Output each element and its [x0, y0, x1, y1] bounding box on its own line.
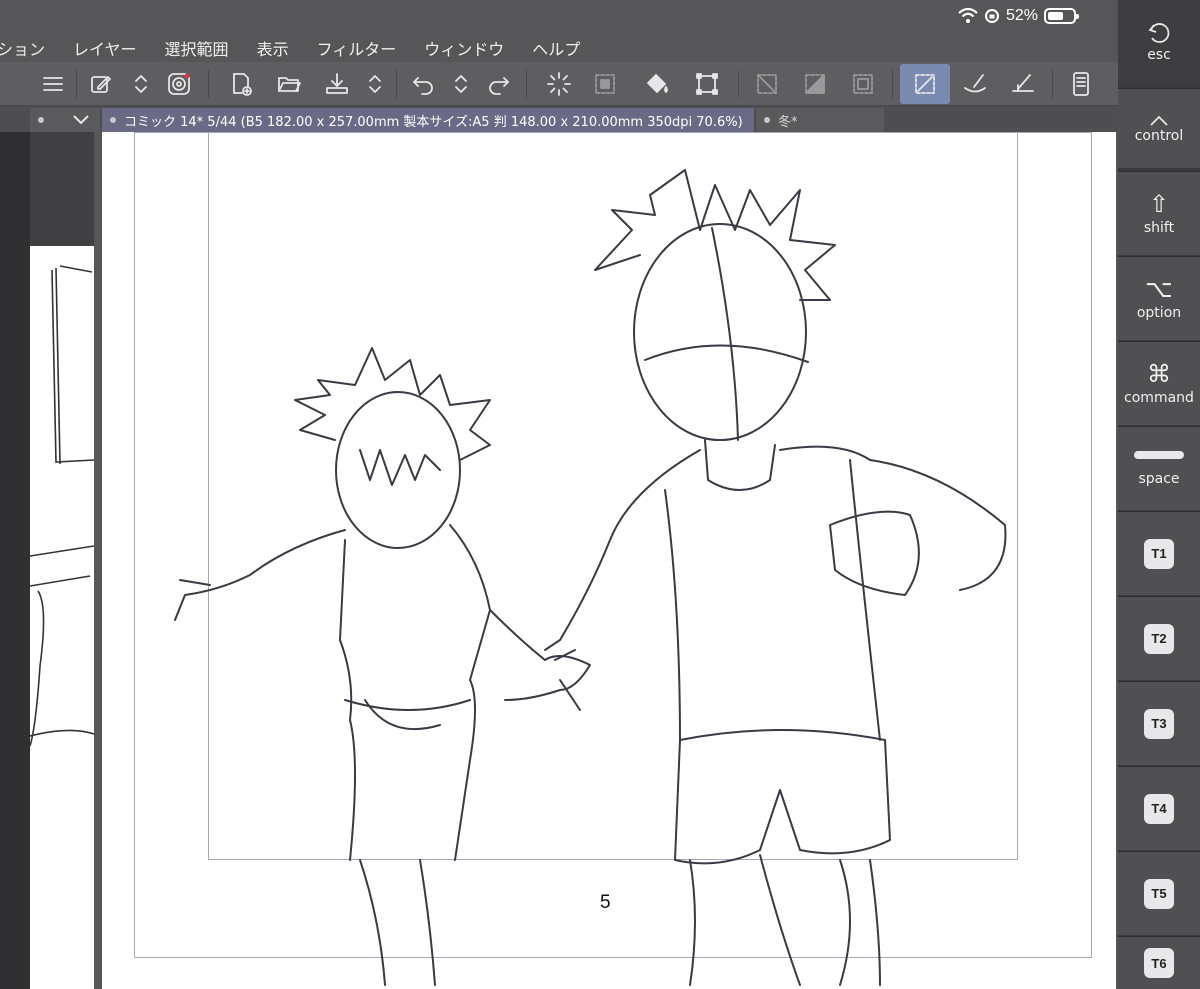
space-label: space: [1138, 470, 1180, 487]
character-sketch: [174, 169, 1007, 986]
command-label: command: [1124, 389, 1194, 406]
esc-label: esc: [1147, 47, 1171, 63]
command-icon: ⌘: [1147, 359, 1171, 388]
control-key[interactable]: control: [1118, 88, 1200, 168]
command-key[interactable]: ⌘ command: [1118, 341, 1200, 425]
option-key[interactable]: ⌥ option: [1118, 256, 1200, 340]
t3-key[interactable]: T3: [1118, 681, 1200, 765]
option-icon: ⌥: [1145, 274, 1173, 303]
t5-label: T5: [1144, 878, 1174, 909]
undo-arrow-icon: [1148, 23, 1170, 43]
t6-label: T6: [1144, 948, 1174, 978]
control-label: control: [1134, 127, 1184, 144]
page-number: 5: [600, 892, 611, 913]
shift-label: shift: [1143, 219, 1175, 236]
shift-key[interactable]: ⇧ shift: [1118, 171, 1200, 255]
t3-label: T3: [1144, 708, 1174, 739]
t1-label: T1: [1144, 538, 1174, 569]
t2-key[interactable]: T2: [1118, 596, 1200, 680]
t2-label: T2: [1144, 623, 1174, 654]
caret-up-icon: [1150, 115, 1168, 126]
spacebar-icon: [1134, 450, 1184, 459]
t4-key[interactable]: T4: [1118, 766, 1200, 850]
esc-key[interactable]: esc: [1118, 0, 1200, 84]
space-key[interactable]: space: [1118, 426, 1200, 510]
t6-key[interactable]: T6: [1118, 936, 1200, 989]
t1-key[interactable]: T1: [1118, 511, 1200, 595]
t4-label: T4: [1144, 793, 1174, 824]
modifier-key-panel: esc control ⇧ shift ⌥ option ⌘ command s…: [1118, 0, 1200, 989]
t5-key[interactable]: T5: [1118, 851, 1200, 935]
option-label: option: [1136, 304, 1182, 321]
shift-icon: ⇧: [1148, 189, 1170, 218]
